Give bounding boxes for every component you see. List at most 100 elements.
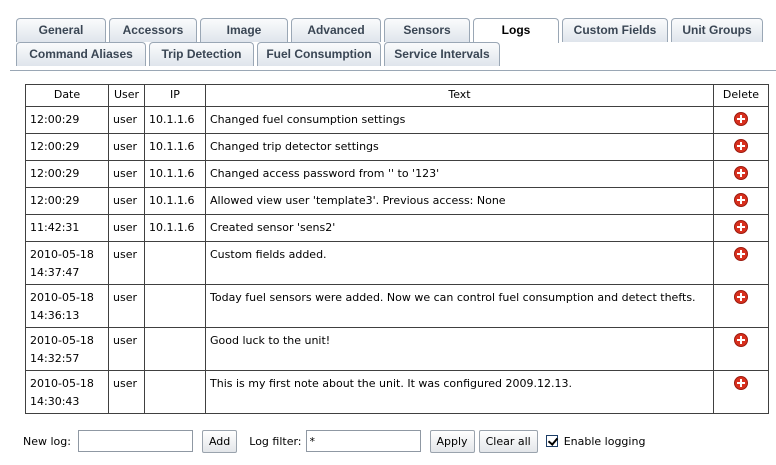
cell-delete: [713, 160, 769, 188]
tab-accessors[interactable]: Accessors: [109, 18, 197, 42]
cell-date-line2: 14:30:43: [30, 395, 80, 408]
delete-icon[interactable]: [734, 139, 748, 153]
tabs-divider: [10, 70, 776, 71]
cell-user: user: [108, 106, 145, 134]
delete-icon[interactable]: [734, 333, 748, 347]
cell-user: user: [108, 160, 145, 188]
cell-user: user: [108, 370, 145, 414]
cell-ip: [144, 241, 206, 285]
cell-date-line1: 2010-05-18: [30, 248, 94, 261]
cell-date: 12:00:29: [25, 187, 109, 215]
column-header-text: Text: [205, 84, 714, 107]
cell-date: 2010-05-18 14:30:43: [25, 370, 109, 414]
column-header-delete: Delete: [713, 84, 769, 107]
cell-text: Changed fuel consumption settings: [205, 106, 714, 134]
tab-command-aliases[interactable]: Command Aliases: [16, 42, 146, 66]
tab-sensors[interactable]: Sensors: [384, 18, 470, 42]
tab-general[interactable]: General: [16, 18, 106, 42]
tab-unit-groups[interactable]: Unit Groups: [671, 18, 763, 42]
cell-date-line1: 11:42:31: [30, 221, 80, 234]
log-filter-label: Log filter:: [249, 434, 302, 448]
table-row: 2010-05-18 14:37:47 user Custom fields adde…: [25, 241, 769, 285]
column-header-ip: IP: [144, 84, 206, 107]
table-row: 12:00:29 user 10.1.1.6 Changed trip detecto…: [25, 133, 769, 161]
cell-date-line1: 2010-05-18: [30, 377, 94, 390]
new-log-label: New log:: [23, 434, 71, 448]
log-filter-input[interactable]: [305, 430, 421, 452]
cell-date-line2: 14:37:47: [30, 266, 80, 279]
cell-date: 12:00:29: [25, 133, 109, 161]
cell-text: This is my first note about the unit. It…: [205, 370, 714, 414]
cell-date-line2: 14:32:57: [30, 352, 80, 365]
tab-image[interactable]: Image: [200, 18, 288, 42]
cell-date-line1: 2010-05-18: [30, 291, 94, 304]
cell-date: 12:00:29: [25, 160, 109, 188]
log-table: Date User IP Text Delete 12:00:29 user 10.…: [25, 84, 769, 414]
tab-fuel-consumption[interactable]: Fuel Consumption: [257, 42, 381, 66]
column-header-user: User: [108, 84, 145, 107]
tab-service-intervals[interactable]: Service Intervals: [384, 42, 500, 66]
add-log-button[interactable]: Add: [201, 429, 238, 453]
cell-date: 11:42:31: [25, 214, 109, 242]
cell-date-line1: 2010-05-18: [30, 334, 94, 347]
tab-trip-detection[interactable]: Trip Detection: [149, 42, 254, 66]
cell-date-line1: 12:00:29: [30, 140, 80, 153]
cell-delete: [713, 133, 769, 161]
enable-logging-label: Enable logging: [563, 434, 646, 448]
cell-delete: [713, 327, 769, 371]
cell-date-line1: 12:00:29: [30, 113, 80, 126]
apply-filter-button[interactable]: Apply: [429, 429, 475, 453]
table-row: 11:42:31 user 10.1.1.6 Created sensor 'sens…: [25, 214, 769, 242]
table-row: 12:00:29 user 10.1.1.6 Changed fuel consump…: [25, 106, 769, 134]
delete-icon[interactable]: [734, 376, 748, 390]
cell-text: Custom fields added.: [205, 241, 714, 285]
cell-ip: 10.1.1.6: [144, 133, 206, 161]
tab-advanced[interactable]: Advanced: [291, 18, 381, 42]
cell-ip: 10.1.1.6: [144, 160, 206, 188]
table-row: 12:00:29 user 10.1.1.6 Changed access passw…: [25, 160, 769, 188]
delete-icon[interactable]: [734, 247, 748, 261]
log-controls: New log: Add Log filter: Apply Clear all…: [23, 429, 645, 453]
cell-delete: [713, 370, 769, 414]
cell-delete: [713, 241, 769, 285]
column-header-date: Date: [25, 84, 109, 107]
cell-ip: [144, 370, 206, 414]
delete-icon[interactable]: [734, 290, 748, 304]
table-row: 12:00:29 user 10.1.1.6 Allowed view user 't…: [25, 187, 769, 215]
cell-date-line1: 12:00:29: [30, 194, 80, 207]
delete-icon[interactable]: [734, 220, 748, 234]
new-log-input[interactable]: [77, 430, 193, 452]
enable-logging-checkbox[interactable]: [545, 435, 558, 447]
cell-date-line1: 12:00:29: [30, 167, 80, 180]
cell-text: Today fuel sensors were added. Now we ca…: [205, 284, 714, 328]
cell-delete: [713, 106, 769, 134]
cell-date: 2010-05-18 14:36:13: [25, 284, 109, 328]
cell-delete: [713, 187, 769, 215]
cell-user: user: [108, 187, 145, 215]
table-header-row: Date User IP Text Delete: [25, 84, 769, 107]
tab-bar: General Accessors Image Advanced Sensors Logs…: [16, 14, 776, 70]
cell-user: user: [108, 327, 145, 371]
cell-user: user: [108, 214, 145, 242]
cell-date: 2010-05-18 14:32:57: [25, 327, 109, 371]
tab-custom-fields[interactable]: Custom Fields: [562, 18, 668, 42]
cell-text: Created sensor 'sens2': [205, 214, 714, 242]
cell-date: 2010-05-18 14:37:47: [25, 241, 109, 285]
cell-delete: [713, 214, 769, 242]
clear-all-button[interactable]: Clear all: [478, 429, 538, 453]
cell-ip: [144, 284, 206, 328]
cell-text: Allowed view user 'template3'. Previous …: [205, 187, 714, 215]
delete-icon[interactable]: [734, 166, 748, 180]
table-row: 2010-05-18 14:30:43 user This is my first n…: [25, 370, 769, 414]
cell-delete: [713, 284, 769, 328]
cell-ip: [144, 327, 206, 371]
cell-user: user: [108, 133, 145, 161]
table-row: 2010-05-18 14:36:13 user Today fuel sensors…: [25, 284, 769, 328]
tab-logs[interactable]: Logs: [473, 18, 559, 43]
delete-icon[interactable]: [734, 112, 748, 126]
cell-ip: 10.1.1.6: [144, 187, 206, 215]
cell-user: user: [108, 241, 145, 285]
tab-row-2: Command Aliases Trip Detection Fuel Consum…: [16, 42, 503, 66]
cell-text: Changed trip detector settings: [205, 133, 714, 161]
delete-icon[interactable]: [734, 193, 748, 207]
